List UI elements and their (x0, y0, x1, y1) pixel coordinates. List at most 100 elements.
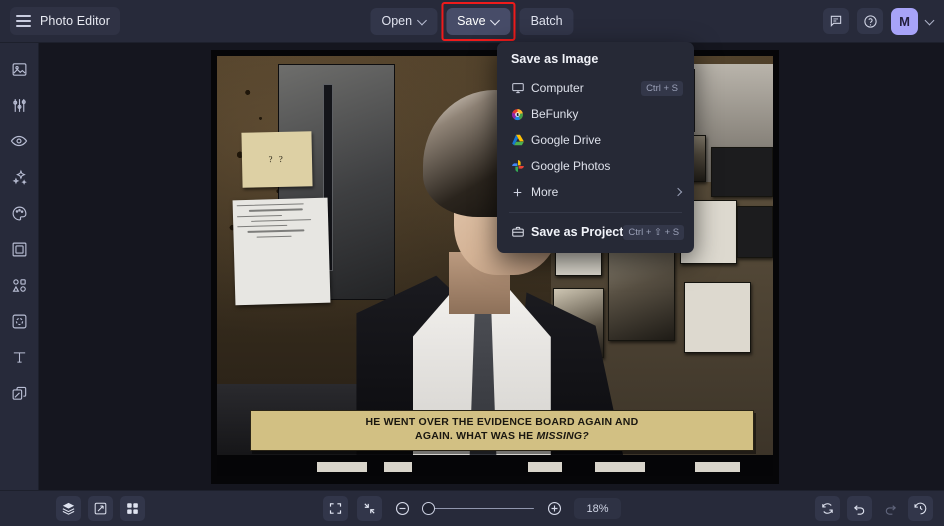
compare-split-icon (94, 502, 107, 515)
zoom-slider-handle[interactable] (422, 502, 435, 515)
batch-button[interactable]: Batch (519, 7, 574, 35)
photo-white-note (232, 197, 330, 306)
save-menu-item-google-photos[interactable]: Google Photos (497, 153, 694, 179)
save-button[interactable]: Save (446, 7, 511, 35)
caption-line-2-plain: AGAIN. WHAT WAS HE (415, 429, 537, 442)
save-menu-item-project[interactable]: Save as Project Ctrl + ⇧ + S (497, 219, 694, 245)
save-menu-label: Computer (531, 81, 584, 95)
photo-bottom-strip (217, 455, 773, 476)
redo-button[interactable] (879, 498, 901, 520)
grid-view-button[interactable] (120, 496, 145, 521)
feedback-button[interactable] (823, 8, 849, 34)
save-menu-item-computer[interactable]: Computer Ctrl + S (497, 75, 694, 101)
text-t-icon (13, 351, 25, 363)
sidebar-item-layers[interactable] (5, 381, 33, 405)
plus-icon (511, 186, 531, 199)
caption-line-1: HE WENT OVER THE EVIDENCE BOARD AGAIN AN… (365, 416, 639, 429)
sidebar-item-frames[interactable] (5, 237, 33, 261)
top-toolbar: Photo Editor Open Save Batch M (0, 0, 944, 43)
sparkles-icon (12, 169, 27, 185)
chat-icon (830, 15, 842, 27)
save-project-shortcut: Ctrl + ⇧ + S (623, 224, 685, 240)
bottom-right-tools (815, 496, 933, 521)
save-button-wrapper: Save (441, 1, 516, 41)
photo-editor-app: Photo Editor Open Save Batch M ? ? HE WE… (0, 0, 944, 526)
save-menu-label: Google Photos (531, 159, 611, 173)
zoom-out-button[interactable] (391, 498, 413, 520)
save-menu-title: Save as Image (511, 52, 599, 66)
bottom-toolbar: 18% (0, 490, 944, 526)
fit-to-screen-button[interactable] (323, 496, 348, 521)
minus-circle-icon (395, 501, 409, 516)
sidebar-item-text[interactable] (5, 345, 33, 369)
save-menu-label: Google Drive (531, 133, 602, 147)
save-menu-item-google-drive[interactable]: Google Drive (497, 127, 694, 153)
sidebar-item-adjust[interactable] (5, 93, 33, 117)
batch-label: Batch (530, 14, 563, 28)
chevron-right-icon (675, 188, 683, 196)
fit-screen-icon (329, 503, 342, 514)
left-sidebar (0, 43, 39, 526)
layers-stack-icon (62, 502, 75, 515)
layers-panel-button[interactable] (56, 496, 81, 521)
befunky-logo-icon (511, 108, 531, 121)
zoom-in-button[interactable] (543, 498, 565, 520)
google-drive-icon (511, 133, 531, 147)
compare-button[interactable] (88, 496, 113, 521)
save-dropdown-menu: Save as Image Computer Ctrl + S BeFunky … (497, 42, 694, 253)
top-center-actions: Open Save Batch (370, 1, 574, 41)
sidebar-item-graphics[interactable] (5, 273, 33, 297)
grid-four-icon (127, 503, 138, 514)
zoom-controls: 18% (323, 496, 621, 521)
save-label: Save (457, 14, 486, 28)
zoom-slider[interactable] (422, 502, 534, 516)
menu-divider (509, 212, 682, 213)
history-button[interactable] (908, 496, 933, 521)
save-menu-item-more[interactable]: More (497, 179, 694, 205)
collapse-arrows-icon (364, 503, 375, 514)
sidebar-item-overlays[interactable] (5, 309, 33, 333)
account-chevron-down-icon[interactable] (925, 16, 935, 26)
help-button[interactable] (857, 8, 883, 34)
app-title: Photo Editor (40, 14, 110, 28)
chevron-down-icon (492, 17, 500, 25)
save-menu-label: BeFunky (531, 107, 579, 121)
collapse-view-button[interactable] (357, 496, 382, 521)
sidebar-item-edit[interactable] (5, 57, 33, 81)
top-right-actions: M (823, 7, 935, 35)
frame-icon (12, 242, 26, 256)
save-menu-label: More (531, 185, 559, 199)
sidebar-item-artsy[interactable] (5, 201, 33, 225)
zoom-slider-track (422, 507, 534, 510)
sliders-icon (12, 98, 26, 112)
sidebar-item-retouch[interactable] (5, 129, 33, 153)
shapes-icon (12, 278, 26, 292)
palette-icon (12, 206, 26, 220)
save-menu-item-befunky[interactable]: BeFunky (497, 101, 694, 127)
reset-rotate-icon (822, 503, 833, 514)
briefcase-icon (511, 225, 531, 239)
duplicate-icon (12, 386, 26, 400)
zoom-level-value[interactable]: 18% (574, 498, 621, 519)
hamburger-icon (16, 15, 31, 27)
save-project-label: Save as Project (531, 225, 624, 239)
editor-canvas[interactable]: ? ? HE WENT OVER THE EVIDENCE BOARD AGAI… (39, 43, 944, 490)
clock-history-icon (914, 502, 927, 515)
photo-yellow-note: ? ? (241, 130, 313, 187)
image-icon (12, 62, 26, 76)
open-button[interactable]: Open (370, 7, 438, 35)
google-photos-icon (511, 159, 531, 173)
photo-caption: HE WENT OVER THE EVIDENCE BOARD AGAIN AN… (250, 410, 754, 451)
chevron-down-icon (418, 17, 426, 25)
eye-icon (10, 135, 28, 147)
redo-arrow-icon (885, 505, 896, 515)
undo-button[interactable] (847, 496, 872, 521)
monitor-icon (511, 81, 531, 95)
reset-button[interactable] (815, 496, 840, 521)
sidebar-item-effects[interactable] (5, 165, 33, 189)
save-menu-shortcut: Ctrl + S (641, 80, 683, 96)
avatar[interactable]: M (891, 7, 918, 35)
undo-arrow-icon (853, 505, 865, 515)
plus-circle-icon (547, 501, 561, 516)
app-menu-button[interactable]: Photo Editor (10, 7, 120, 35)
